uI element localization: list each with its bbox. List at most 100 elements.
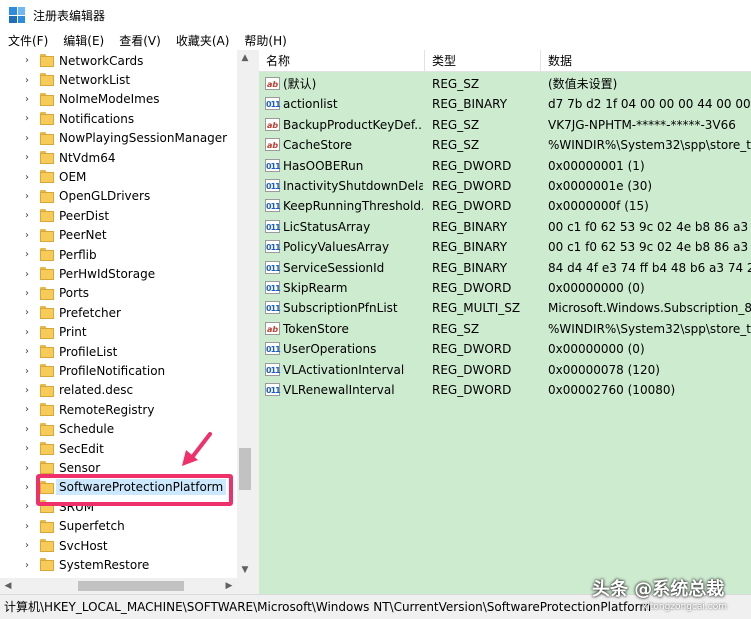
scroll-right-arrow-icon[interactable]: ▶	[221, 578, 237, 594]
menu-view[interactable]: 查看(V)	[111, 32, 168, 49]
tree-item[interactable]: › NoImeModeImes	[0, 90, 237, 109]
cell-name: PolicyValuesArray	[283, 240, 390, 255]
tree-item-label: PeerNet	[59, 228, 107, 243]
tree-item[interactable]: › Prefetcher	[0, 303, 237, 322]
tree-item[interactable]: › Ports	[0, 284, 237, 303]
expand-chevron-icon[interactable]: ›	[22, 152, 32, 163]
expand-chevron-icon[interactable]: ›	[22, 307, 32, 318]
list-row[interactable]: 011 LicStatusArray REG_BINARY 00 c1 f0 62 5…	[259, 217, 751, 237]
expand-chevron-icon[interactable]: ›	[22, 521, 32, 532]
scroll-down-arrow-icon[interactable]: ▼	[237, 562, 253, 578]
expand-chevron-icon[interactable]: ›	[22, 191, 32, 202]
cell-data: 0x00000000 (0)	[548, 281, 645, 295]
list-row[interactable]: ab BackupProductKeyDef... REG_SZ VK7JG-NPHT…	[259, 115, 751, 135]
expand-chevron-icon[interactable]: ›	[22, 346, 32, 357]
tree-item[interactable]: › OpenGLDrivers	[0, 187, 237, 206]
expand-chevron-icon[interactable]: ›	[22, 540, 32, 551]
tree-item[interactable]: › PerHwIdStorage	[0, 264, 237, 283]
list-row[interactable]: 011 PolicyValuesArray REG_BINARY 00 c1 f0 6…	[259, 237, 751, 257]
expand-chevron-icon[interactable]: ›	[22, 269, 32, 280]
tree-vertical-scrollbar[interactable]: ▲ ▼	[237, 50, 253, 578]
tree-item[interactable]: › Superfetch	[0, 517, 237, 536]
expand-chevron-icon[interactable]: ›	[22, 501, 32, 512]
expand-chevron-icon[interactable]: ›	[22, 482, 32, 493]
expand-chevron-icon[interactable]: ›	[22, 366, 32, 377]
menu-help[interactable]: 帮助(H)	[236, 32, 293, 49]
list-row[interactable]: 011 ServiceSessionId REG_BINARY 84 d4 4f e3…	[259, 258, 751, 278]
expand-chevron-icon[interactable]: ›	[22, 75, 32, 86]
expand-chevron-icon[interactable]: ›	[22, 288, 32, 299]
list-row[interactable]: 011 HasOOBERun REG_DWORD 0x00000001 (1)	[259, 156, 751, 176]
string-icon: ab	[265, 321, 280, 335]
tree-item[interactable]: › NetworkList	[0, 70, 237, 89]
tree-item-label: ProfileNotification	[59, 364, 166, 379]
cell-name: SkipRearm	[283, 281, 348, 295]
expand-chevron-icon[interactable]: ›	[22, 210, 32, 221]
tree-item[interactable]: › PeerNet	[0, 226, 237, 245]
cell-type: REG_SZ	[432, 117, 480, 132]
tree-hscroll-thumb[interactable]	[78, 581, 184, 591]
expand-chevron-icon[interactable]: ›	[22, 172, 32, 183]
cell-data: 0x00000078 (120)	[548, 362, 660, 377]
list-row[interactable]: 011 KeepRunningThreshold... REG_DWORD 0x000…	[259, 196, 751, 216]
tree-item[interactable]: › SvcHost	[0, 536, 237, 555]
column-header-type[interactable]: 类型	[425, 50, 541, 72]
tree-item[interactable]: › ProfileNotification	[0, 361, 237, 380]
list-row[interactable]: 011 VLActivationInterval REG_DWORD 0x000000…	[259, 360, 751, 380]
scroll-left-arrow-icon[interactable]: ◀	[0, 578, 16, 594]
cell-type: REG_SZ	[432, 321, 480, 336]
expand-chevron-icon[interactable]: ›	[22, 230, 32, 241]
tree-item[interactable]: › NtVdm64	[0, 148, 237, 167]
tree-item[interactable]: › Perflib	[0, 245, 237, 264]
cell-name: BackupProductKeyDef...	[283, 117, 423, 132]
list-row[interactable]: 011 UserOperations REG_DWORD 0x00000000 (0)	[259, 339, 751, 359]
folder-icon	[40, 306, 54, 320]
expand-chevron-icon[interactable]: ›	[22, 404, 32, 415]
list-row[interactable]: ab (默认) REG_SZ (数值未设置)	[259, 74, 751, 94]
expand-chevron-icon[interactable]: ›	[22, 94, 32, 105]
list-row[interactable]: 011 actionlist REG_BINARY d7 7b d2 1f 04 00…	[259, 94, 751, 114]
folder-icon	[40, 209, 54, 223]
expand-chevron-icon[interactable]: ›	[22, 113, 32, 124]
list-row[interactable]: ab TokenStore REG_SZ %WINDIR%\System32\spp\…	[259, 319, 751, 339]
menu-edit[interactable]: 编辑(E)	[55, 32, 111, 49]
menu-file[interactable]: 文件(F)	[0, 32, 55, 49]
list-row[interactable]: 011 SubscriptionPfnList REG_MULTI_SZ Micros…	[259, 298, 751, 318]
expand-chevron-icon[interactable]: ›	[22, 385, 32, 396]
tree-item[interactable]: › PeerDist	[0, 206, 237, 225]
tree-item[interactable]: › NetworkCards	[0, 51, 237, 70]
expand-chevron-icon[interactable]: ›	[22, 327, 32, 338]
expand-chevron-icon[interactable]: ›	[22, 249, 32, 260]
expand-chevron-icon[interactable]: ›	[22, 443, 32, 454]
binary-icon: 011	[265, 199, 281, 213]
list-row[interactable]: 011 InactivityShutdownDelay REG_DWORD 0x000…	[259, 176, 751, 196]
folder-icon	[40, 364, 54, 378]
expand-chevron-icon[interactable]: ›	[22, 463, 32, 474]
expand-chevron-icon[interactable]: ›	[22, 560, 32, 571]
tree-item[interactable]: › SystemRestore	[0, 555, 237, 574]
tree-vscroll-thumb[interactable]	[239, 448, 251, 490]
scroll-up-arrow-icon[interactable]: ▲	[237, 50, 253, 66]
column-header-data[interactable]: 数据	[541, 50, 751, 72]
tree-item[interactable]: › RemoteRegistry	[0, 400, 237, 419]
menu-favorites[interactable]: 收藏夹(A)	[168, 32, 237, 49]
binary-icon: 011	[265, 97, 281, 111]
tree-item[interactable]: › related.desc	[0, 381, 237, 400]
tree-item[interactable]: › ProfileList	[0, 342, 237, 361]
expand-chevron-icon[interactable]: ›	[22, 424, 32, 435]
tree-item[interactable]: › NowPlayingSessionManager	[0, 129, 237, 148]
cell-type: REG_DWORD	[432, 158, 512, 173]
expand-chevron-icon[interactable]: ›	[22, 55, 32, 66]
tree-item[interactable]: › OEM	[0, 167, 237, 186]
list-row[interactable]: 011 VLRenewalInterval REG_DWORD 0x00002760 …	[259, 380, 751, 400]
list-row[interactable]: 011 SkipRearm REG_DWORD 0x00000000 (0)	[259, 278, 751, 298]
tree-horizontal-scrollbar[interactable]: ◀ ▶	[0, 578, 237, 594]
folder-icon	[40, 442, 54, 455]
tree-item[interactable]: › Notifications	[0, 109, 237, 128]
tree-item[interactable]: › Print	[0, 323, 237, 342]
registry-tree[interactable]: › NetworkCards › NetworkList › NoImeModeImes ›…	[0, 50, 253, 594]
expand-chevron-icon[interactable]: ›	[22, 133, 32, 144]
values-list[interactable]: 名称 类型 数据 ab (默认) REG_SZ (数值未设置) 011 actionlis…	[259, 50, 751, 594]
list-row[interactable]: ab CacheStore REG_SZ %WINDIR%\System32\spp\…	[259, 135, 751, 155]
column-header-name[interactable]: 名称	[259, 50, 425, 72]
